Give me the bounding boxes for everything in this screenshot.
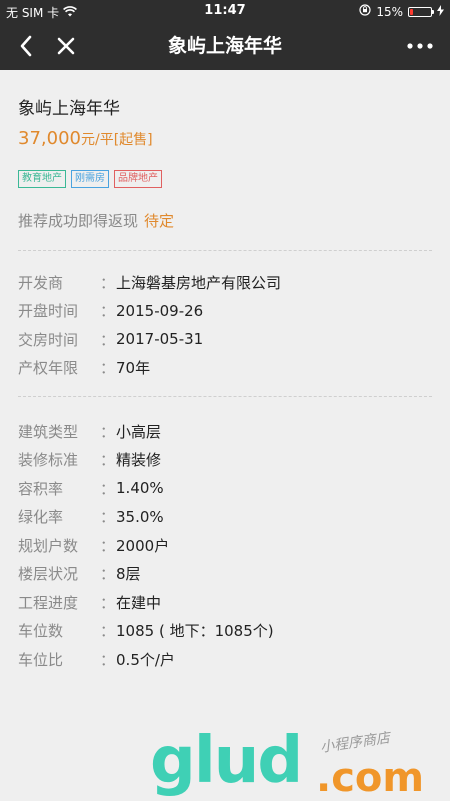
- info-value: 2015-09-26: [116, 301, 204, 320]
- close-button[interactable]: [46, 22, 86, 70]
- info-value: 35.0%: [116, 507, 164, 526]
- info-value: 精装修: [116, 451, 162, 470]
- charging-icon: [437, 4, 444, 19]
- info-value: 70年: [116, 359, 151, 378]
- battery-icon: [408, 6, 434, 17]
- info-value: 0.5个/户: [116, 650, 175, 669]
- watermark-domain: .com: [316, 755, 425, 801]
- tag-brand: 品牌地产: [114, 170, 162, 188]
- info-value: 8层: [116, 565, 141, 584]
- info-value: 2000户: [116, 536, 170, 555]
- info-group-basic: 开发商：上海磐基房地产有限公司 开盘时间： 2015-09-26 交房时间： 201…: [18, 268, 281, 382]
- info-label: 开盘时间: [18, 302, 79, 321]
- tag-label: 品牌地产: [118, 173, 158, 184]
- info-label: 绿化率: [18, 508, 64, 527]
- tag-rigid-demand: 刚需房: [71, 170, 109, 188]
- rebate-value: 待定: [144, 212, 175, 230]
- info-row-open-date: 开盘时间： 2015-09-26: [18, 301, 204, 321]
- watermark-logo: glud 小程序商店 .com: [150, 728, 450, 800]
- info-row-developer: 开发商：上海磐基房地产有限公司: [18, 273, 282, 292]
- info-row-households: 规划户数： 2000户: [18, 536, 170, 555]
- info-row-green-ratio: 绿化率： 35.0%: [18, 507, 164, 527]
- info-value: 小高层: [116, 422, 162, 441]
- info-label: 容积率: [18, 479, 64, 498]
- battery-level: [410, 8, 413, 15]
- info-row-parking-count: 车位数： 1085 ( 地下：1085个): [18, 622, 274, 641]
- watermark-brand: glud: [150, 724, 303, 798]
- rebate-row: 推荐成功即得返现 待定: [18, 210, 174, 231]
- price-amount: 37,000: [18, 128, 81, 149]
- rotation-lock-icon: [359, 4, 371, 19]
- info-row-building-type: 建筑类型：小高层: [18, 422, 162, 441]
- info-row-property-term: 产权年限： 70年: [18, 359, 151, 378]
- battery-percent: 15%: [376, 4, 403, 19]
- more-button[interactable]: [400, 22, 440, 70]
- status-right: 15%: [359, 4, 444, 19]
- tag-label: 刚需房: [75, 173, 105, 184]
- tag-label: 教育地产: [22, 173, 62, 184]
- close-icon: [57, 37, 75, 55]
- info-label: 交房时间: [18, 330, 79, 349]
- info-row-plot-ratio: 容积率： 1.40%: [18, 479, 164, 498]
- rebate-label: 推荐成功即得返现: [18, 212, 139, 230]
- info-label: 楼层状况: [18, 565, 79, 584]
- info-label: 开发商: [18, 273, 64, 292]
- info-label: 产权年限: [18, 359, 79, 378]
- property-name: 象屿上海年华: [18, 99, 120, 119]
- tag-education: 教育地产: [18, 170, 66, 188]
- more-dots-icon: [407, 43, 433, 49]
- info-value: 2017-05-31: [116, 330, 204, 349]
- divider: [18, 396, 432, 397]
- info-label: 车位数: [18, 622, 64, 641]
- info-value: 1.40%: [116, 479, 164, 498]
- info-value: 在建中: [116, 593, 162, 612]
- status-bar: 无 SIM 卡 11:47 15%: [0, 0, 450, 22]
- watermark-store: 小程序商店: [319, 730, 391, 756]
- info-label: 装修标准: [18, 451, 79, 470]
- nav-bar: 象屿上海年华: [0, 22, 450, 70]
- info-group-building: 建筑类型：小高层 装修标准：精装修 容积率： 1.40% 绿化率： 35.0% 规划…: [18, 417, 274, 674]
- info-row-delivery-date: 交房时间： 2017-05-31: [18, 330, 204, 349]
- info-row-floors: 楼层状况： 8层: [18, 565, 141, 584]
- info-row-parking-ratio: 车位比： 0.5个/户: [18, 650, 175, 669]
- chevron-left-icon: [20, 35, 32, 57]
- info-value: 上海磐基房地产有限公司: [116, 273, 282, 292]
- info-label: 工程进度: [18, 593, 79, 612]
- info-label: 规划户数: [18, 536, 79, 555]
- info-label: 建筑类型: [18, 422, 79, 441]
- info-value: 1085 ( 地下：1085个): [116, 622, 274, 641]
- info-label: 车位比: [18, 650, 64, 669]
- divider: [18, 250, 432, 251]
- property-tags: 教育地产 刚需房 品牌地产: [18, 170, 162, 188]
- price-unit: 元/平[起售]: [80, 132, 153, 148]
- back-button[interactable]: [6, 22, 46, 70]
- info-row-decoration: 装修标准：精装修: [18, 451, 162, 470]
- property-price: 37,000元/平[起售]: [18, 128, 153, 149]
- info-row-progress: 工程进度：在建中: [18, 593, 162, 612]
